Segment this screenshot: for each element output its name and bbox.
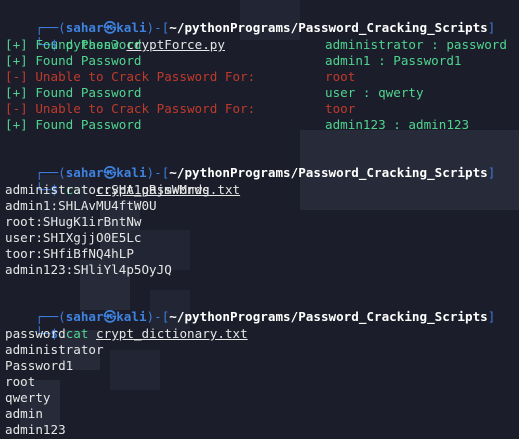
list-item: root:SHugK1irBntNw [5, 214, 142, 229]
terminal-window[interactable]: ┌──(sahar㉿kali)-[~/pythonPrograms/Passwo… [0, 0, 519, 439]
status-line: [+] Found Password [5, 37, 142, 52]
list-item: admin123:SHliYl4p5OyJQ [5, 262, 172, 277]
prompt-line: ┌──(sahar㉿kali)-[~/pythonPrograms/Passwo… [35, 309, 496, 324]
prompt-line: ┌──(sahar㉿kali)-[~/pythonPrograms/Passwo… [35, 20, 496, 35]
result-text: user : qwerty [325, 85, 424, 100]
status-line: [-] Unable to Crack Password For: [5, 69, 256, 84]
status-line: [+] Found Password [5, 117, 142, 132]
result-text: toor [325, 101, 356, 116]
result-text: root [325, 69, 356, 84]
list-item: admin [5, 406, 43, 421]
list-item: password [5, 326, 66, 341]
command-line: └─$ python3 cryptForce.py [35, 37, 225, 52]
list-item: qwerty [5, 390, 51, 405]
list-item: root [5, 374, 36, 389]
result-text: admin1 : Password1 [325, 53, 462, 68]
list-item: administrator [5, 342, 104, 357]
command-line: └─$ cat crypt_passwords.txt [35, 182, 241, 197]
status-line: [-] Unable to Crack Password For: [5, 101, 256, 116]
list-item: admin123 [5, 422, 66, 437]
list-item: admin1:SHLAvMU4ftW0U [5, 198, 157, 213]
result-text: administrator : password [325, 37, 507, 52]
status-line: [+] Found Password [5, 53, 142, 68]
list-item: toor:SHfiBfNQ4hLP [5, 246, 134, 261]
command-line: └─$ cat crypt_dictionary.txt [35, 326, 248, 341]
list-item: administrator:SHA1gRjmWMnwg [5, 182, 210, 197]
list-item: Password1 [5, 358, 74, 373]
list-item: user:SHIXgjjO0E5Lc [5, 230, 142, 245]
prompt-line: ┌──(sahar㉿kali)-[~/pythonPrograms/Passwo… [35, 165, 496, 180]
status-line: [+] Found Password [5, 85, 142, 100]
result-text: admin123 : admin123 [325, 117, 470, 132]
